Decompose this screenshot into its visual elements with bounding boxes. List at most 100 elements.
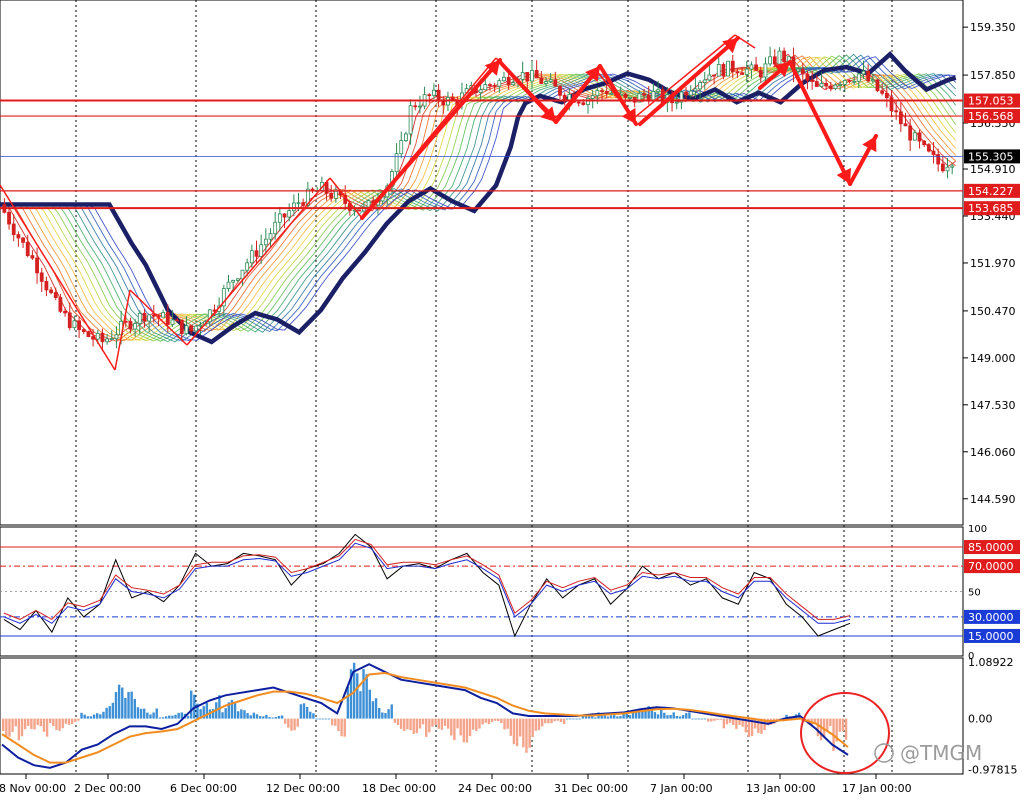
candle-body	[842, 80, 847, 85]
candle-body	[656, 89, 660, 92]
macd-bar	[459, 718, 462, 736]
candle-body	[249, 250, 254, 264]
candle-body	[478, 89, 483, 94]
candle-body	[814, 81, 819, 87]
candle-body	[226, 281, 231, 289]
candle-body	[861, 70, 866, 75]
macd-bar	[578, 718, 581, 720]
macd-bar	[393, 718, 397, 723]
macd-bar	[384, 713, 387, 719]
macd-bar	[641, 711, 644, 719]
candle-body	[772, 56, 777, 65]
candle-body	[179, 319, 184, 335]
candle-body	[142, 312, 147, 322]
price-tick-label: 144.590	[970, 493, 1016, 506]
candle-body	[263, 238, 268, 246]
candle-body	[161, 312, 166, 318]
macd-bar	[562, 718, 566, 725]
macd-bar	[468, 718, 472, 737]
candle-body	[291, 202, 296, 212]
macd-bar	[58, 718, 61, 731]
macd-bar	[49, 718, 52, 724]
macd-bar	[158, 717, 162, 719]
macd-bar	[287, 718, 290, 728]
macd-bar	[155, 708, 158, 719]
candle-body	[726, 60, 730, 77]
macd-bar	[519, 718, 522, 737]
macd-bar	[186, 715, 190, 719]
macd-bar	[302, 703, 306, 719]
macd-bar	[89, 716, 93, 719]
candle-body	[922, 140, 927, 146]
macd-bar	[653, 712, 657, 719]
candle-body	[254, 250, 259, 257]
macd-bar	[149, 714, 152, 719]
candle-body	[856, 73, 861, 82]
level-label: 153.685	[968, 202, 1014, 215]
candle-body	[950, 165, 955, 168]
level-label: 156.568	[968, 110, 1014, 123]
candle-body	[189, 325, 194, 332]
candle-body	[147, 314, 152, 322]
macd-bar	[591, 716, 594, 719]
macd-bar	[130, 691, 133, 719]
candle-body	[646, 94, 651, 101]
candle-body	[870, 79, 875, 82]
candle-body	[530, 70, 534, 82]
macd-bar	[666, 715, 669, 719]
watermark-text: @TMGM	[900, 741, 982, 765]
macd-bar	[710, 718, 713, 722]
macd-bar	[534, 718, 538, 731]
macd-bar	[616, 716, 619, 719]
time-label: 28 Nov 00:00	[0, 782, 66, 795]
macd-bar	[111, 702, 115, 719]
macd-bar	[161, 717, 165, 719]
macd-bar	[205, 702, 209, 719]
macd-bar	[221, 712, 224, 719]
macd-bar	[381, 712, 384, 719]
time-label: 6 Dec 00:00	[170, 782, 237, 795]
candle-body	[198, 324, 203, 327]
candle-body	[408, 105, 413, 135]
macd-bar	[569, 718, 572, 720]
macd-bar	[725, 718, 729, 725]
candle-body	[908, 125, 913, 141]
macd-bar	[124, 697, 127, 719]
macd-bar	[412, 718, 415, 734]
candle-body	[810, 79, 815, 82]
macd-bar	[265, 714, 268, 719]
macd-bar	[5, 718, 8, 737]
macd-bar	[716, 718, 719, 720]
macd-bar	[484, 718, 487, 723]
candle-body	[287, 210, 292, 218]
macd-bar	[11, 718, 14, 732]
macd-tick-label: -0.97815	[968, 763, 1017, 776]
time-label: 31 Dec 00:00	[554, 782, 628, 795]
macd-bar	[168, 715, 171, 719]
candle-body	[730, 60, 735, 73]
macd-bar	[732, 718, 735, 725]
macd-bar	[102, 711, 105, 719]
macd-bar	[838, 718, 841, 732]
macd-bar	[30, 718, 33, 730]
macd-bar	[280, 715, 284, 719]
candle-body	[721, 64, 726, 77]
candle-body	[702, 79, 707, 84]
macd-bar	[613, 715, 616, 719]
macd-bar	[114, 692, 118, 719]
candle-body	[534, 70, 539, 79]
macd-bar	[20, 718, 24, 737]
macd-bar	[509, 718, 512, 736]
macd-bar	[409, 718, 412, 731]
macd-bar	[434, 718, 437, 725]
candle-body	[749, 64, 754, 70]
macd-bar	[117, 684, 121, 719]
price-tick-label: 150.470	[970, 305, 1016, 318]
macd-bar	[299, 704, 303, 719]
macd-bar	[274, 717, 277, 719]
candle-body	[184, 325, 189, 335]
candle-body	[58, 297, 63, 312]
macd-bar	[14, 718, 17, 727]
macd-bar	[240, 709, 243, 719]
candle-body	[30, 255, 35, 259]
